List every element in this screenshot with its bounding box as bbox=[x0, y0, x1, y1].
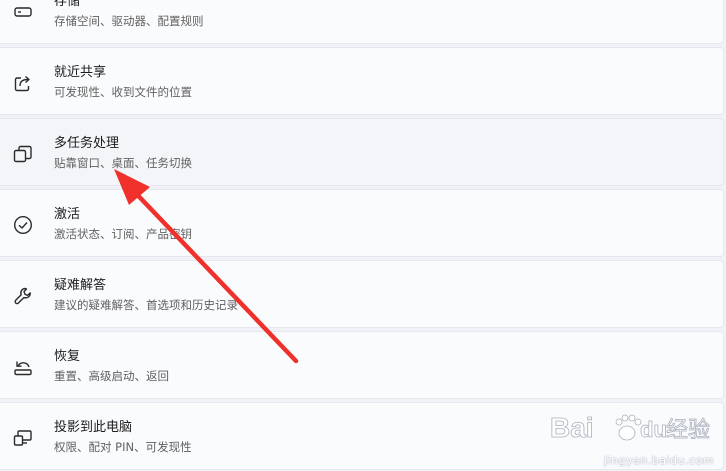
settings-item-subtitle: 重置、高级启动、返回 bbox=[54, 369, 169, 383]
settings-item-activation[interactable]: 激活 激活状态、订阅、产品密钥 bbox=[0, 189, 724, 257]
wrench-icon bbox=[12, 285, 34, 307]
activation-check-icon bbox=[12, 214, 34, 236]
multitasking-icon bbox=[12, 143, 34, 165]
settings-list: 存储 存储空间、驱动器、配置规则 就近共享 可发现性、收到文件的位置 多任务处理… bbox=[0, 0, 724, 471]
settings-item-title: 存储 bbox=[54, 0, 81, 9]
settings-item-subtitle: 可发现性、收到文件的位置 bbox=[54, 85, 192, 99]
settings-item-troubleshoot[interactable]: 疑难解答 建议的疑难解答、首选项和历史记录 bbox=[0, 260, 724, 328]
settings-item-title: 激活 bbox=[54, 207, 81, 222]
recovery-icon bbox=[12, 356, 34, 378]
settings-item-title: 疑难解答 bbox=[54, 278, 107, 293]
settings-item-subtitle: 贴靠窗口、桌面、任务切换 bbox=[54, 156, 192, 170]
settings-item-title: 就近共享 bbox=[54, 65, 107, 80]
settings-item-nearby-sharing[interactable]: 就近共享 可发现性、收到文件的位置 bbox=[0, 47, 724, 115]
settings-item-title: 多任务处理 bbox=[54, 136, 120, 151]
settings-item-multitasking[interactable]: 多任务处理 贴靠窗口、桌面、任务切换 bbox=[0, 118, 724, 186]
share-icon bbox=[12, 72, 34, 94]
settings-item-recovery[interactable]: 恢复 重置、高级启动、返回 bbox=[0, 331, 724, 399]
settings-item-title: 投影到此电脑 bbox=[54, 420, 133, 435]
settings-item-title: 恢复 bbox=[54, 349, 81, 364]
settings-item-subtitle: 激活状态、订阅、产品密钥 bbox=[54, 227, 192, 241]
settings-item-storage[interactable]: 存储 存储空间、驱动器、配置规则 bbox=[0, 0, 724, 44]
settings-item-subtitle: 存储空间、驱动器、配置规则 bbox=[54, 14, 204, 28]
settings-item-subtitle: 建议的疑难解答、首选项和历史记录 bbox=[54, 298, 238, 312]
project-to-pc-icon bbox=[12, 427, 34, 449]
settings-page: 存储 存储空间、驱动器、配置规则 就近共享 可发现性、收到文件的位置 多任务处理… bbox=[0, 0, 726, 471]
settings-item-subtitle: 权限、配对 PIN、可发现性 bbox=[54, 440, 192, 454]
settings-item-project-to-pc[interactable]: 投影到此电脑 权限、配对 PIN、可发现性 bbox=[0, 402, 724, 470]
storage-icon bbox=[12, 1, 34, 23]
